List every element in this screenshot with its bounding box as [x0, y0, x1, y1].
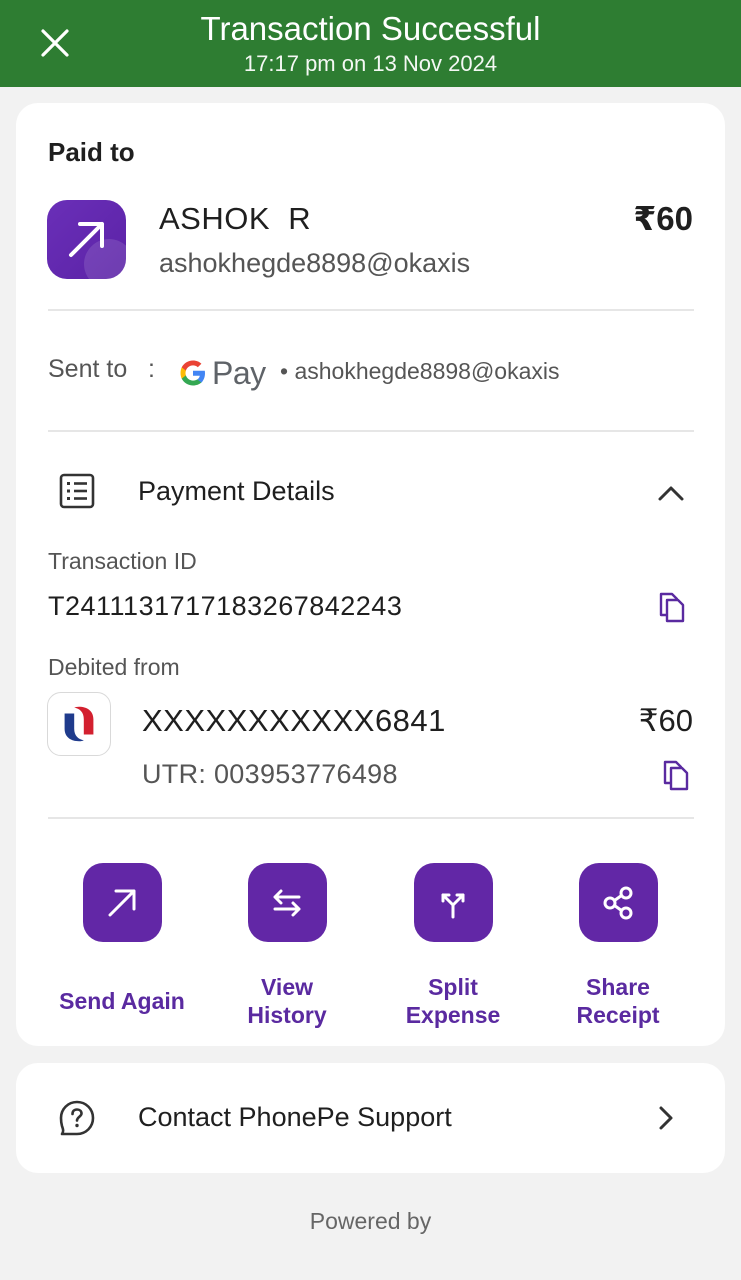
share-receipt-icon-button[interactable]: [578, 863, 658, 942]
share-receipt-button[interactable]: Share Receipt: [543, 863, 693, 1029]
transaction-id-value: T2411131717183267842243: [48, 591, 403, 621]
gpay-logo: Pay: [178, 353, 266, 393]
receipt-list-icon: [59, 473, 95, 509]
divider: [48, 309, 694, 311]
transaction-timestamp: 17:17 pm on 13 Nov 2024: [243, 51, 498, 76]
send-again-icon-button[interactable]: [82, 863, 162, 942]
send-again-label: Send Again: [59, 988, 185, 1014]
payee-vpa: ashokhegde8898@okaxis: [159, 248, 471, 278]
share-receipt-label-line1: Share: [586, 974, 650, 1000]
arrow-up-right-icon: [108, 889, 136, 916]
view-history-label-line1: View: [261, 974, 313, 1000]
contact-support-label: Contact PhonePe Support: [138, 1102, 452, 1132]
union-bank-logo-icon: [64, 706, 94, 742]
transaction-id-label: Transaction ID: [48, 548, 197, 574]
account-number: XXXXXXXXXXX6841: [142, 703, 446, 738]
split-expense-label-line1: Split: [428, 974, 478, 1000]
payee-name: ASHOK R: [159, 201, 312, 236]
copy-icon[interactable]: [657, 590, 687, 624]
view-history-label-line2: History: [247, 1002, 327, 1028]
share-receipt-label: Share Receipt: [543, 973, 693, 1029]
sent-to-vpa: • ashokhegde8898@okaxis: [280, 358, 560, 384]
bank-logo: [47, 692, 111, 756]
swap-arrows-icon: [273, 889, 301, 916]
share-icon: [603, 886, 633, 919]
payee-avatar: [47, 200, 126, 279]
view-history-button[interactable]: View History: [212, 863, 362, 1029]
divider: [48, 817, 694, 819]
gpay-logo-text: Pay: [212, 354, 266, 391]
split-icon: [441, 893, 465, 918]
sent-to-label: Sent to: [48, 355, 128, 383]
split-expense-label: Split Expense: [378, 973, 528, 1029]
transaction-card: Paid to ASHOK R ashokhegde8898@okaxis ₹6…: [16, 103, 725, 1046]
page-title: Transaction Successful: [200, 10, 541, 47]
send-again-button[interactable]: Send Again: [47, 863, 197, 1015]
header-bar: Transaction Successful 17:17 pm on 13 No…: [0, 0, 741, 87]
arrow-up-right-icon: [69, 222, 104, 257]
powered-by-footer: Powered by: [309, 1208, 432, 1234]
split-expense-icon-button[interactable]: [413, 863, 493, 942]
help-chat-icon: [59, 1100, 95, 1136]
split-expense-button[interactable]: Split Expense: [378, 863, 528, 1029]
debited-amount: ₹60: [638, 703, 693, 738]
view-history-icon-button[interactable]: [247, 863, 327, 942]
contact-support-card[interactable]: Contact PhonePe Support: [16, 1063, 725, 1173]
copy-icon[interactable]: [661, 758, 691, 792]
sent-to-colon: :: [148, 355, 155, 383]
payment-details-title[interactable]: Payment Details: [138, 476, 335, 507]
share-receipt-label-line2: Receipt: [576, 1002, 660, 1028]
utr-number: UTR: 003953776498: [142, 759, 398, 789]
paid-amount: ₹60: [633, 200, 693, 237]
view-history-label: View History: [212, 973, 362, 1029]
paid-to-heading: Paid to: [48, 137, 135, 167]
split-expense-label-line2: Expense: [405, 1002, 501, 1028]
debited-from-label: Debited from: [48, 654, 180, 680]
google-g-icon: [180, 360, 205, 386]
chevron-up-icon[interactable]: [656, 478, 686, 508]
chevron-right-icon: [659, 1106, 673, 1130]
divider: [48, 430, 694, 432]
